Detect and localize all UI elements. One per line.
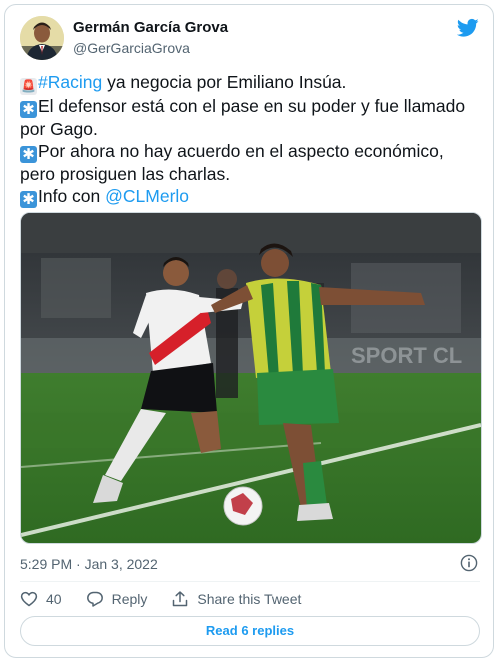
tweet-line-text: Por ahora no hay acuerdo en el aspecto e…: [38, 141, 444, 161]
tweet-line-6: ✱ Info con @CLMerlo: [20, 185, 485, 208]
share-label: Share this Tweet: [197, 591, 302, 607]
reply-label: Reply: [111, 591, 148, 607]
avatar-photo-icon: [20, 16, 64, 60]
mention-link[interactable]: @CLMerlo: [105, 186, 189, 206]
hashtag-link[interactable]: #Racing: [38, 72, 102, 92]
tweet-line-text: ya negocia por Emiliano Insúa.: [102, 72, 347, 92]
reply-button[interactable]: Reply: [86, 590, 148, 608]
info-icon[interactable]: [460, 554, 478, 572]
tweet-actions: 40 Reply Share this Tweet: [20, 588, 301, 610]
tweet-line-text: pero prosiguen las charlas.: [20, 164, 231, 184]
tweet-line-4: ✱ Por ahora no hay acuerdo en el aspecto …: [20, 140, 485, 163]
like-count: 40: [46, 591, 62, 607]
sparkle-icon: ✱: [20, 191, 37, 208]
author-avatar[interactable]: [20, 16, 64, 60]
divider: [20, 581, 480, 582]
tweet-line-text: por Gago.: [20, 119, 98, 139]
tweet-line-5: pero prosiguen las charlas.: [20, 163, 485, 185]
read-replies-button[interactable]: Read 6 replies: [20, 616, 480, 646]
banner-text: SPORT CL: [351, 343, 462, 368]
siren-icon: 🚨: [20, 78, 37, 95]
tweet-line-3: por Gago.: [20, 118, 485, 140]
tweet-photo[interactable]: SPORT CL: [20, 212, 482, 544]
sparkle-icon: ✱: [20, 101, 37, 118]
tweet-line-2: ✱ El defensor está con el pase en su pode…: [20, 95, 485, 118]
share-icon: [173, 591, 188, 607]
heart-icon: [20, 591, 38, 607]
reply-bubble-icon: [86, 591, 103, 607]
tweet-line-text: El defensor está con el pase en su poder…: [38, 96, 466, 116]
author-handle[interactable]: @GerGarciaGrova: [73, 40, 190, 56]
sparkle-icon: ✱: [20, 146, 37, 163]
tweet-timestamp[interactable]: 5:29 PM · Jan 3, 2022: [20, 556, 158, 572]
share-button[interactable]: Share this Tweet: [171, 590, 301, 608]
tweet-card: Germán García Grova @GerGarciaGrova 🚨 #Ra…: [4, 4, 494, 658]
tweet-text: 🚨 #Racing ya negocia por Emiliano Insúa. …: [20, 71, 485, 208]
twitter-bird-icon[interactable]: [457, 18, 479, 38]
tweet-line-1: 🚨 #Racing ya negocia por Emiliano Insúa.: [20, 71, 485, 95]
author-name[interactable]: Germán García Grova: [73, 19, 228, 36]
football-photo-icon: SPORT CL: [21, 213, 481, 543]
tweet-line-text: Info con: [38, 186, 106, 206]
like-button[interactable]: 40: [20, 590, 62, 608]
